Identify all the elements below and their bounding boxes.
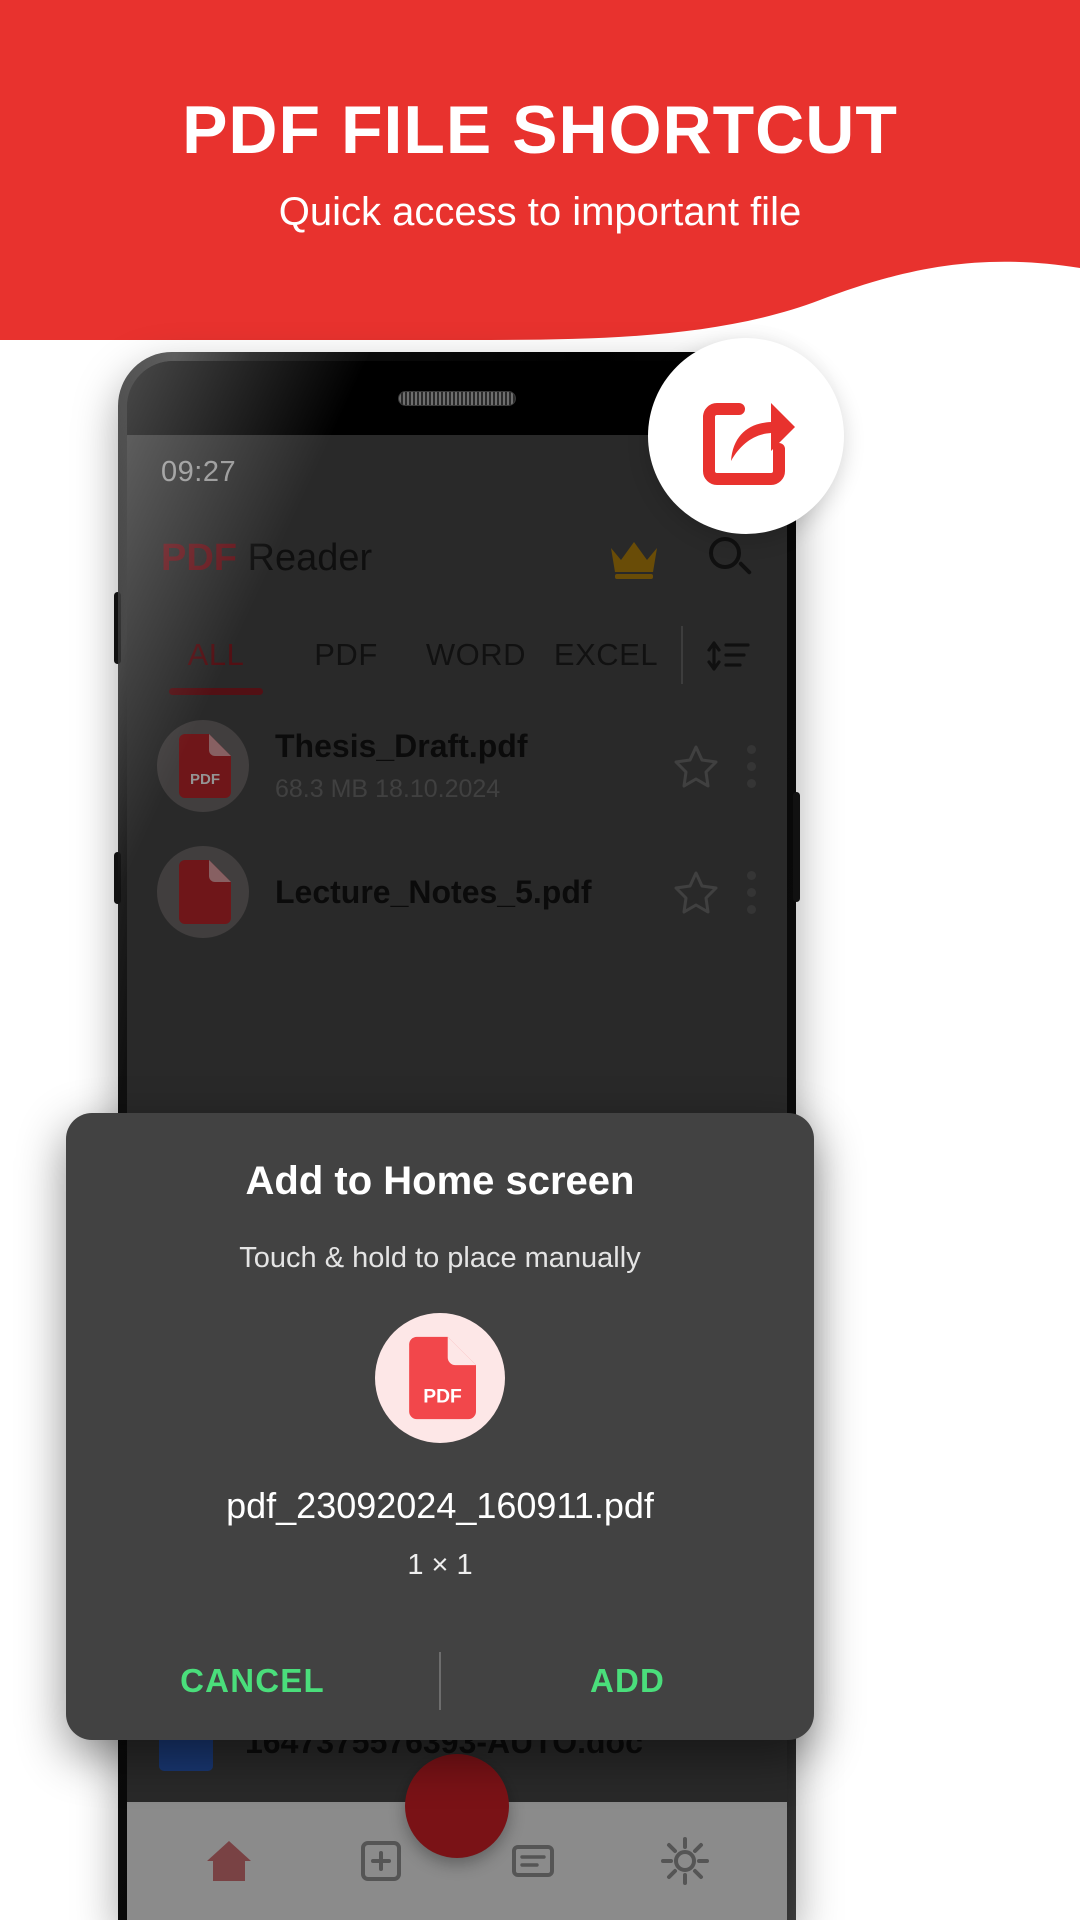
file-list: PDF Thesis_Draft.pdf 68.3 MB 18.10.2024 [127, 703, 787, 955]
pdf-file-icon [157, 846, 249, 938]
tab-pdf[interactable]: PDF [281, 607, 411, 703]
pdf-file-icon: PDF [375, 1313, 505, 1443]
file-date: 18.10.2024 [375, 775, 501, 803]
share-badge [648, 338, 844, 534]
file-size: 68.3 MB [275, 775, 369, 803]
dialog-subtitle: Touch & hold to place manually [239, 1242, 641, 1274]
home-icon[interactable] [203, 1835, 255, 1887]
favorite-star-icon[interactable] [673, 743, 719, 789]
phone-power-button [793, 792, 800, 902]
app-title-rest: Reader [237, 536, 373, 579]
phone-volume-up-button [114, 592, 121, 664]
crown-icon[interactable] [607, 536, 661, 580]
add-to-home-dialog: Add to Home screen Touch & hold to place… [66, 1113, 814, 1740]
share-icon [703, 403, 795, 485]
app-title: PDF Reader [161, 537, 372, 580]
table-row[interactable]: PDF Thesis_Draft.pdf 68.3 MB 18.10.2024 [157, 703, 757, 829]
tabs-divider [681, 626, 683, 684]
tab-excel[interactable]: EXCEL [541, 607, 671, 703]
phone-volume-down-button [114, 852, 121, 904]
page-title: PDF FILE SHORTCUT [182, 92, 898, 168]
promo-screenshot: PDF FILE SHORTCUT Quick access to import… [0, 0, 1080, 1920]
file-meta: 68.3 MB 18.10.2024 [275, 775, 673, 804]
tab-all[interactable]: ALL [151, 607, 281, 703]
search-icon[interactable] [707, 535, 753, 581]
shortcut-file-name: pdf_23092024_160911.pdf [226, 1485, 654, 1526]
add-button[interactable]: ADD [441, 1662, 814, 1700]
cancel-button[interactable]: CANCEL [66, 1662, 439, 1700]
table-row[interactable]: Lecture_Notes_5.pdf [157, 829, 757, 955]
app-header: PDF Reader [127, 509, 787, 607]
tab-excel-label: EXCEL [553, 637, 659, 672]
tab-all-label: ALL [187, 637, 245, 672]
recent-icon[interactable] [507, 1835, 559, 1887]
svg-text:PDF: PDF [190, 771, 220, 788]
file-type-tabs: ALL PDF WORD EXCEL [127, 607, 787, 703]
add-fab[interactable] [405, 1754, 509, 1858]
promo-banner: PDF FILE SHORTCUT Quick access to import… [0, 0, 1080, 340]
status-time: 09:27 [161, 455, 237, 488]
page-subtitle: Quick access to important file [278, 190, 802, 234]
more-options-icon[interactable] [745, 870, 757, 914]
tools-icon[interactable] [355, 1835, 407, 1887]
tab-pdf-label: PDF [314, 637, 378, 672]
svg-text:PDF: PDF [423, 1386, 462, 1407]
file-name: Thesis_Draft.pdf [275, 728, 528, 764]
tab-word-label: WORD [425, 637, 527, 672]
more-options-icon[interactable] [745, 744, 757, 788]
shortcut-size: 1 × 1 [407, 1549, 473, 1581]
tab-word[interactable]: WORD [411, 607, 541, 703]
dialog-actions: CANCEL ADD [66, 1622, 814, 1740]
settings-icon[interactable] [659, 1835, 711, 1887]
app-title-accent: PDF [161, 536, 237, 579]
favorite-star-icon[interactable] [673, 869, 719, 915]
sort-icon[interactable] [693, 631, 763, 679]
earpiece-speaker [398, 391, 516, 406]
file-name: Lecture_Notes_5.pdf [275, 873, 592, 910]
dialog-title: Add to Home screen [245, 1159, 635, 1203]
pdf-file-icon: PDF [157, 720, 249, 812]
